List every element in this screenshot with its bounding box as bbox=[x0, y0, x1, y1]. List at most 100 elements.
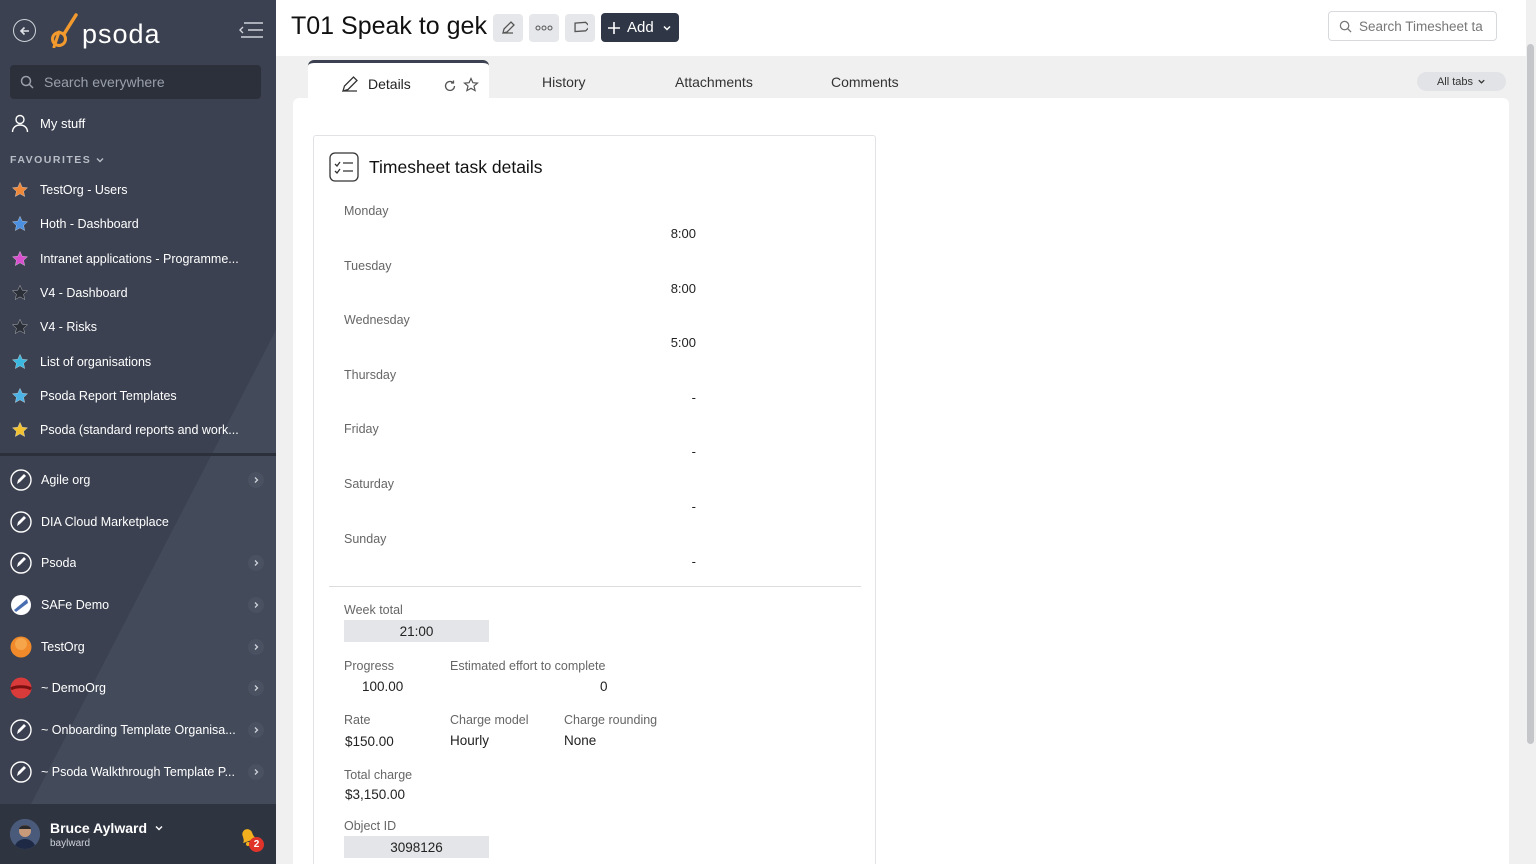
star-icon bbox=[10, 317, 30, 337]
star-icon[interactable] bbox=[463, 77, 479, 93]
weekday-row: Saturday - bbox=[344, 477, 704, 532]
more-options-button[interactable] bbox=[529, 14, 559, 42]
favourite-label: Psoda (standard reports and work... bbox=[40, 423, 239, 438]
tab-bar: Details History Attachments Comments All… bbox=[276, 56, 1526, 104]
safe-icon bbox=[10, 594, 32, 616]
page-scrollbar[interactable] bbox=[1527, 44, 1534, 744]
organisation-item[interactable]: Psoda bbox=[0, 542, 276, 584]
edit-button[interactable] bbox=[493, 14, 523, 42]
avatar[interactable] bbox=[10, 819, 40, 849]
favourite-item[interactable]: V4 - Risks bbox=[10, 310, 270, 344]
favourites-header[interactable]: FAVOURITES bbox=[10, 154, 105, 166]
organisation-label: Psoda bbox=[41, 556, 77, 571]
menu-collapse-icon bbox=[239, 22, 263, 38]
global-search[interactable] bbox=[10, 65, 261, 99]
favourite-label: Hoth - Dashboard bbox=[40, 217, 139, 232]
rate-label: Rate bbox=[344, 713, 371, 727]
charge-rounding-label: Charge rounding bbox=[564, 713, 658, 727]
sidebar-divider bbox=[0, 453, 276, 456]
chevron-right-icon[interactable] bbox=[248, 763, 264, 780]
weekday-row: Monday 8:00 bbox=[344, 204, 704, 259]
weekday-row: Wednesday 5:00 bbox=[344, 313, 704, 368]
rocket-icon bbox=[10, 719, 32, 741]
favourite-item[interactable]: V4 - Dashboard bbox=[10, 276, 270, 310]
weekday-row: Sunday - bbox=[344, 532, 704, 587]
tab-comments[interactable]: Comments bbox=[831, 74, 899, 90]
timesheet-search-input[interactable] bbox=[1359, 18, 1489, 34]
object-id-label: Object ID bbox=[344, 819, 397, 833]
favourite-item[interactable]: Hoth - Dashboard bbox=[10, 207, 270, 241]
favourite-item[interactable]: Psoda Report Templates bbox=[10, 379, 270, 413]
card-header: Timesheet task details bbox=[329, 152, 542, 182]
charge-model-value: Hourly bbox=[450, 733, 490, 748]
star-icon bbox=[10, 214, 30, 234]
weekday-label: Thursday bbox=[344, 367, 397, 382]
page-title: T01 Speak to gek bbox=[291, 12, 487, 40]
search-icon bbox=[1339, 20, 1352, 33]
estimated-effort-value: 0 bbox=[600, 679, 608, 694]
organisation-item[interactable]: ~ DemoOrg bbox=[0, 667, 276, 709]
psoda-logo[interactable]: psoda bbox=[50, 12, 161, 48]
weekday-hours: - bbox=[691, 444, 696, 460]
more-dots-icon bbox=[535, 25, 553, 31]
favourite-item[interactable]: List of organisations bbox=[10, 344, 270, 378]
weekday-hours: - bbox=[691, 389, 696, 405]
organisation-item[interactable]: ~ Psoda Walkthrough Template P... bbox=[0, 751, 276, 793]
favourite-item[interactable]: TestOrg - Users bbox=[10, 173, 270, 207]
user-info[interactable]: Bruce Aylward baylward bbox=[50, 820, 164, 849]
favourite-label: List of organisations bbox=[40, 354, 152, 369]
plus-icon bbox=[608, 21, 620, 34]
collapse-sidebar-button[interactable] bbox=[238, 20, 264, 40]
user-handle: baylward bbox=[50, 837, 91, 849]
weekday-hours-list: Monday 8:00 Tuesday 8:00 Wednesday 5:00 Thursd… bbox=[344, 204, 704, 586]
back-button[interactable] bbox=[13, 19, 36, 42]
my-stuff-link[interactable]: My stuff bbox=[10, 113, 85, 133]
weekday-label: Monday bbox=[344, 204, 389, 218]
organisation-item[interactable]: SAFe Demo bbox=[0, 584, 276, 626]
chevron-right-icon[interactable] bbox=[248, 680, 264, 697]
favourite-item[interactable]: Intranet applications - Programme... bbox=[10, 242, 270, 276]
week-total-label: Week total bbox=[344, 603, 403, 617]
global-search-input[interactable] bbox=[44, 74, 244, 90]
chevron-right-icon[interactable] bbox=[248, 638, 264, 655]
star-icon bbox=[10, 283, 30, 303]
chevron-right-icon[interactable] bbox=[248, 722, 264, 739]
organisation-label: SAFe Demo bbox=[41, 597, 110, 612]
organisation-label: TestOrg bbox=[41, 639, 85, 654]
orange-circle-icon bbox=[10, 636, 32, 658]
rocket-icon bbox=[10, 510, 32, 533]
psoda-logo-icon bbox=[51, 13, 78, 48]
tag-button[interactable] bbox=[565, 14, 595, 42]
chevron-down-icon bbox=[96, 158, 104, 163]
timesheet-search[interactable] bbox=[1328, 11, 1497, 41]
chevron-right-icon[interactable] bbox=[248, 555, 264, 572]
organisation-label: DIA Cloud Marketplace bbox=[41, 514, 169, 529]
user-icon bbox=[11, 114, 29, 133]
tab-details-label: Details bbox=[368, 75, 411, 92]
refresh-icon[interactable] bbox=[443, 79, 457, 93]
charge-rounding-value: None bbox=[564, 733, 597, 748]
my-stuff-label: My stuff bbox=[40, 115, 86, 131]
chevron-right-icon[interactable] bbox=[248, 597, 264, 614]
tab-history[interactable]: History bbox=[542, 74, 586, 90]
all-tabs-button[interactable]: All tabs bbox=[1417, 72, 1506, 91]
favourite-item[interactable]: Psoda (standard reports and work... bbox=[10, 413, 270, 447]
organisation-item[interactable]: DIA Cloud Marketplace bbox=[0, 501, 276, 543]
chevron-right-icon[interactable] bbox=[248, 472, 264, 488]
weekday-label: Wednesday bbox=[344, 313, 410, 328]
notifications-button[interactable]: 2 bbox=[236, 824, 264, 852]
organisation-label: ~ Psoda Walkthrough Template P... bbox=[41, 764, 235, 779]
weekday-hours: 8:00 bbox=[670, 226, 696, 241]
favourites-title: FAVOURITES bbox=[10, 154, 92, 166]
organisation-item[interactable]: ~ Onboarding Template Organisa... bbox=[0, 709, 276, 751]
star-icon bbox=[10, 180, 30, 200]
timesheet-task-card: Timesheet task details Monday 8:00 Tuesday… bbox=[313, 135, 876, 864]
week-total-value: 21:00 bbox=[344, 620, 489, 642]
notification-count: 2 bbox=[249, 837, 264, 852]
organisation-item[interactable]: Agile org bbox=[0, 459, 276, 501]
rocket-icon bbox=[10, 469, 32, 491]
add-button[interactable]: Add bbox=[601, 13, 679, 42]
tab-attachments[interactable]: Attachments bbox=[675, 74, 753, 90]
avatar-image bbox=[10, 819, 40, 849]
organisation-item[interactable]: TestOrg bbox=[0, 626, 276, 668]
